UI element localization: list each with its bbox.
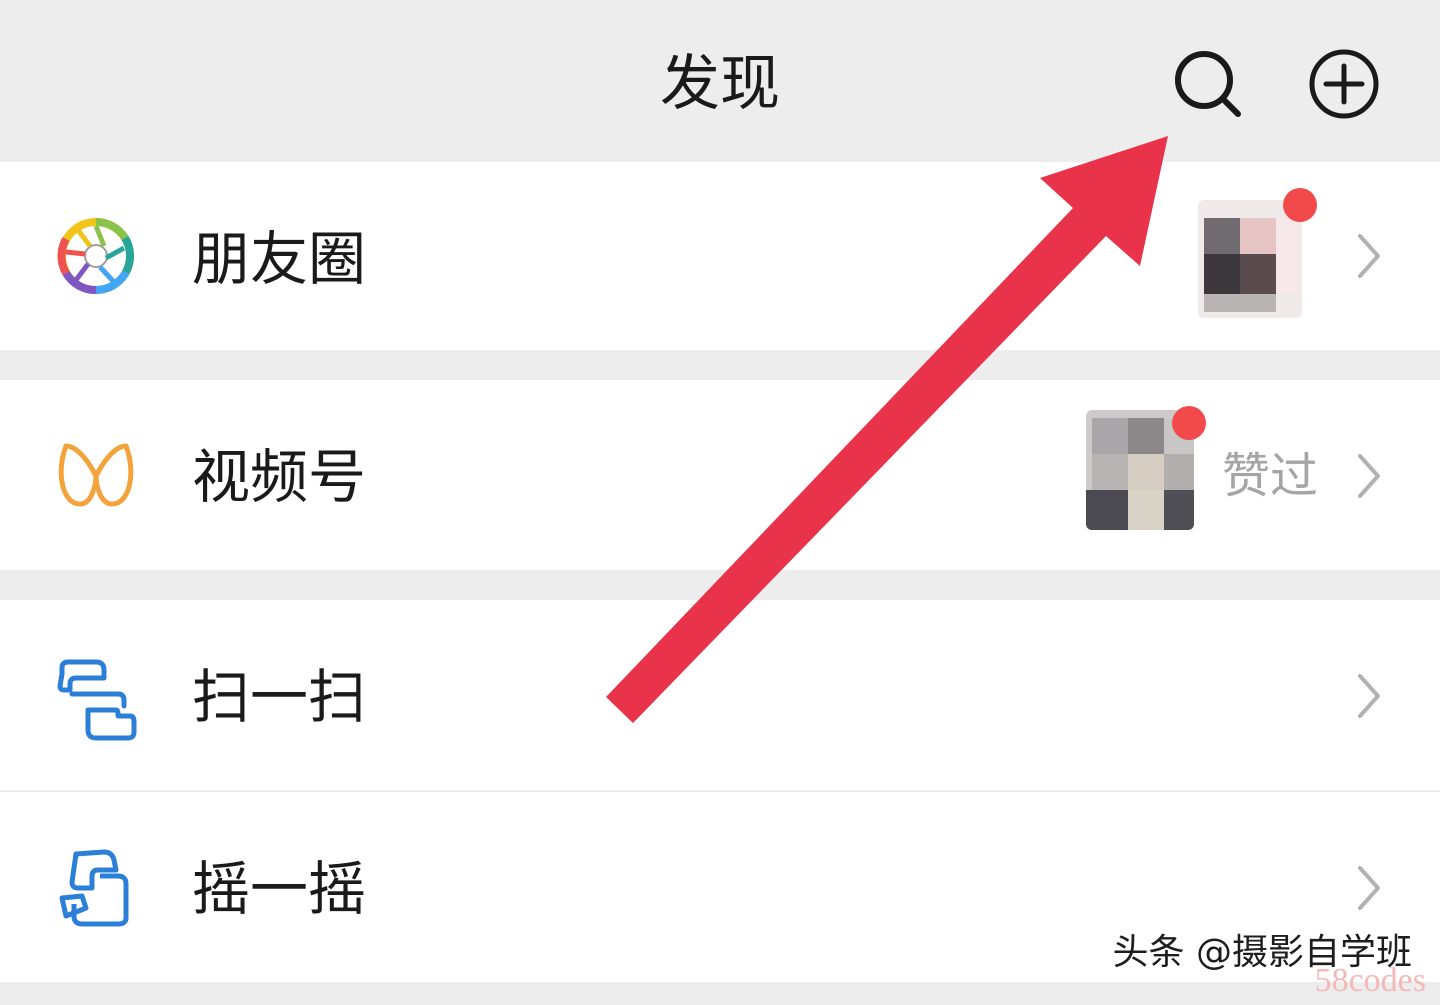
list-item-label: 摇一摇 <box>192 855 367 923</box>
channels-icon <box>58 443 134 507</box>
notification-dot <box>1172 406 1206 440</box>
list-item-channels[interactable]: 视频号 赞过 <box>0 380 1440 570</box>
add-button[interactable] <box>1304 44 1384 124</box>
chevron-right-icon <box>1358 234 1380 278</box>
shake-icon <box>59 849 129 927</box>
search-icon <box>1175 51 1241 117</box>
notification-dot <box>1283 188 1317 222</box>
chevron-right-icon <box>1358 674 1380 718</box>
moments-thumbnail <box>1198 200 1302 318</box>
watermark-sub: 58codes <box>1314 962 1426 999</box>
plus-circle-icon <box>1309 49 1379 119</box>
chevron-right-icon <box>1358 866 1380 910</box>
list-item-moments[interactable]: 朋友圈 <box>0 162 1440 350</box>
list-item-label: 视频号 <box>192 443 367 511</box>
list-item-scan[interactable]: 扫一扫 <box>0 600 1440 790</box>
list-item-label: 朋友圈 <box>192 225 367 293</box>
search-button[interactable] <box>1168 44 1248 124</box>
top-navigation-bar: 发现 <box>0 0 1440 162</box>
list-item-label: 扫一扫 <box>192 663 367 731</box>
liked-text: 赞过 <box>1222 448 1319 504</box>
scan-icon <box>57 659 137 741</box>
moments-aperture-icon <box>57 217 135 295</box>
chevron-right-icon <box>1358 454 1380 498</box>
